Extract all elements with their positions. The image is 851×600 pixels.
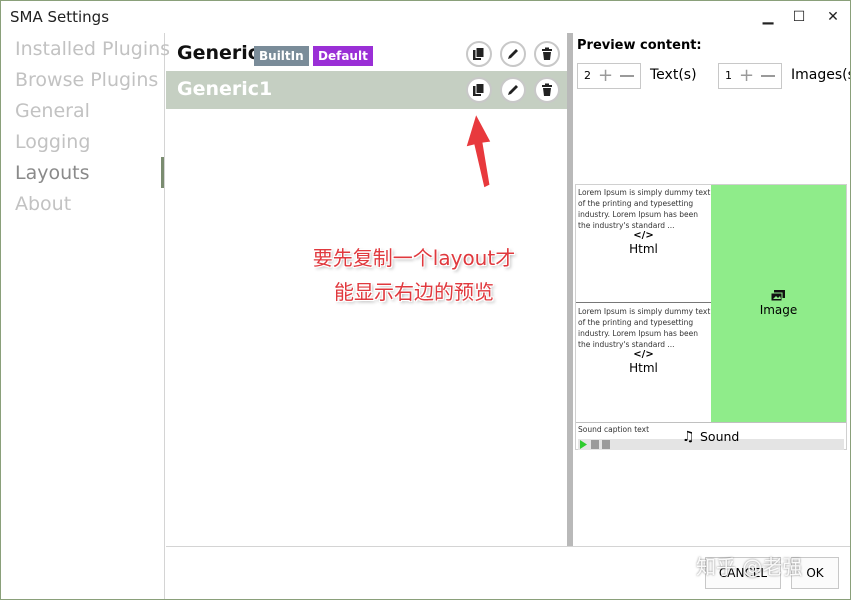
maximize-button[interactable]: ☐	[784, 5, 814, 29]
trash-icon	[542, 47, 552, 60]
image-icon	[771, 290, 785, 301]
builtin-badge: BuiltIn	[254, 46, 309, 66]
close-button[interactable]: ✕	[818, 5, 848, 29]
layout-name: Generic	[177, 42, 260, 64]
image-cell-label: Image	[759, 303, 798, 317]
settings-nav: Installed Plugins Browse Plugins General…	[1, 33, 170, 599]
watermark: 知乎 @老强	[696, 555, 803, 579]
nav-browse-plugins[interactable]: Browse Plugins	[15, 69, 158, 91]
red-arrow-icon	[465, 112, 492, 189]
annotation-line-2: 能显示右边的预览	[334, 280, 494, 304]
sound-cell: Sound caption text ♫ Sound	[576, 422, 846, 450]
annotation-line-1: 要先复制一个layout才	[312, 246, 516, 270]
edit-layout-button[interactable]	[500, 41, 526, 67]
minimize-button[interactable]: ▁	[753, 5, 783, 29]
html-cell-text: Lorem Ipsum is simply dummy text of the …	[578, 188, 711, 230]
layout-preview: Lorem Ipsum is simply dummy text of the …	[575, 184, 847, 450]
decrement-texts-icon[interactable]	[620, 75, 634, 77]
sound-label: Sound	[700, 429, 740, 444]
images-stepper[interactable]: 1 +	[718, 63, 782, 89]
texts-count: 2	[584, 69, 591, 82]
html-cell-2: Lorem Ipsum is simply dummy text of the …	[576, 304, 711, 422]
images-label: Images(s	[791, 67, 850, 83]
pause-icon[interactable]	[591, 440, 599, 449]
code-icon: </>	[633, 230, 654, 241]
sound-caption: Sound caption text	[578, 425, 650, 434]
layout-name: Generic1	[177, 78, 273, 100]
copy-layout-button[interactable]	[466, 77, 492, 103]
pencil-icon	[508, 85, 518, 95]
html-cell-text: Lorem Ipsum is simply dummy text of the …	[578, 307, 711, 349]
nav-layouts[interactable]: Layouts	[15, 162, 90, 184]
nav-active-indicator	[161, 157, 164, 188]
stop-icon[interactable]	[602, 440, 610, 449]
nav-general[interactable]: General	[15, 100, 90, 122]
texts-stepper[interactable]: 2 +	[577, 63, 641, 89]
code-icon: </>	[633, 349, 654, 360]
window-title: SMA Settings	[10, 8, 110, 26]
play-icon[interactable]	[579, 440, 588, 449]
html-cell-label: Html	[629, 361, 658, 375]
pencil-icon	[508, 49, 518, 59]
preview-panel: Preview content: 2 + Text(s) 1 + Images(…	[573, 33, 850, 546]
delete-layout-button[interactable]	[534, 41, 560, 67]
music-note-icon: ♫	[682, 429, 695, 445]
delete-layout-button[interactable]	[534, 77, 560, 103]
decrement-images-icon[interactable]	[761, 75, 775, 77]
texts-label: Text(s)	[650, 67, 697, 83]
nav-logging[interactable]: Logging	[15, 131, 90, 153]
annotation-callout: 要先复制一个layout才 能显示右边的预览	[299, 241, 529, 309]
nav-about[interactable]: About	[15, 193, 71, 215]
layout-row-generic1[interactable]: Generic1	[166, 71, 567, 109]
copy-icon	[473, 47, 485, 60]
settings-window: SMA Settings ▁ ☐ ✕ Installed Plugins Bro…	[0, 0, 851, 600]
nav-installed-plugins[interactable]: Installed Plugins	[15, 38, 170, 60]
default-badge: Default	[313, 46, 373, 66]
title-bar: SMA Settings ▁ ☐ ✕	[1, 1, 850, 33]
html-cell-1: Lorem Ipsum is simply dummy text of the …	[576, 185, 711, 303]
increment-images-icon[interactable]: +	[739, 64, 754, 88]
copy-layout-button[interactable]	[466, 41, 492, 67]
images-count: 1	[725, 69, 732, 82]
image-cell: Image	[711, 185, 846, 422]
increment-texts-icon[interactable]: +	[598, 64, 613, 88]
html-cell-label: Html	[629, 242, 658, 256]
copy-icon	[473, 83, 485, 96]
trash-icon	[542, 83, 552, 96]
layout-row-generic[interactable]: Generic BuiltIn Default	[166, 35, 567, 73]
preview-title: Preview content:	[577, 38, 702, 53]
edit-layout-button[interactable]	[500, 77, 526, 103]
